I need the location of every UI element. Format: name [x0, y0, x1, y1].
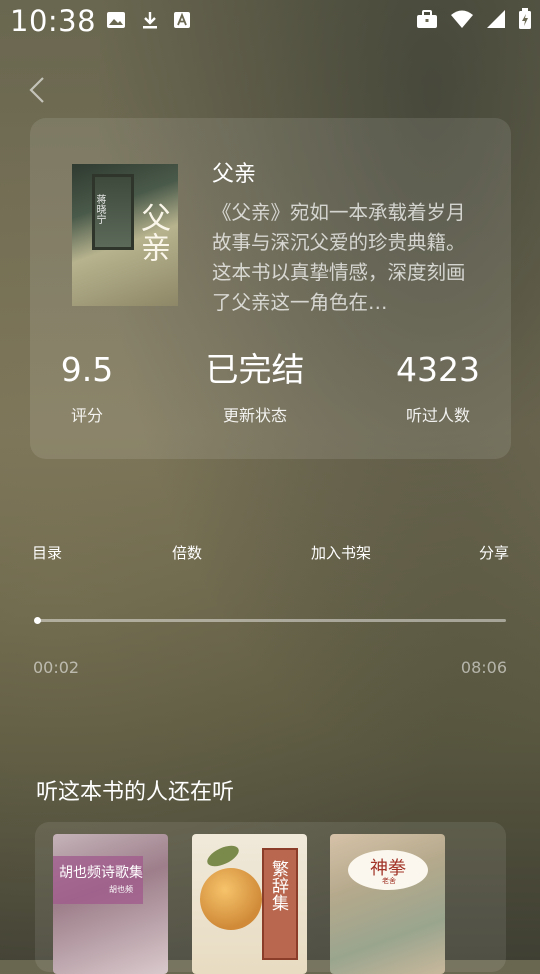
book-title: 父亲: [212, 162, 257, 187]
recommend-book[interactable]: 繁辞集: [192, 834, 307, 974]
status-time: 10:38: [10, 4, 97, 38]
cover-title: 胡也频诗歌集: [59, 865, 143, 881]
stat-status: 已完结 更新状态: [175, 350, 335, 426]
catalog-button[interactable]: 目录: [32, 542, 62, 563]
stat-value: 已完结: [205, 350, 305, 389]
speed-button[interactable]: 倍数: [172, 542, 202, 563]
status-bar: 10:38: [0, 0, 540, 44]
stat-value: 9.5: [60, 350, 114, 389]
recommend-panel: 胡也频诗歌集 胡也频 繁辞集 神拳 老舍: [35, 822, 506, 974]
battery-icon: [519, 8, 531, 29]
cover-author: 蒋晓宁: [94, 194, 105, 224]
progress-slider[interactable]: [33, 617, 506, 624]
recommend-heading: 听这本书的人还在听: [36, 780, 235, 805]
progress-thumb[interactable]: [33, 617, 41, 624]
stat-label: 评分: [70, 406, 103, 425]
cover-author: 老舍: [382, 877, 396, 885]
wifi-icon: [451, 10, 473, 28]
cover-title: 父亲: [135, 202, 170, 262]
briefcase-icon: [417, 10, 437, 28]
cover-leaf: [204, 841, 242, 871]
font-icon: [174, 12, 190, 28]
download-icon: [143, 12, 157, 29]
cover-title: 繁辞集: [268, 860, 288, 911]
cover-author: 胡也频: [109, 885, 133, 894]
current-time: 00:02: [33, 658, 80, 677]
book-cover: 蒋晓宁 父亲: [72, 164, 178, 306]
stat-label: 听过人数: [405, 406, 470, 425]
stat-value: 4323: [396, 350, 480, 389]
status-right-icons: [416, 8, 532, 30]
back-button[interactable]: [26, 74, 54, 106]
book-description: 《父亲》宛如一本承载着岁月故事与深沉父爱的珍贵典籍。这本书以真挚情感，深度刻画了…: [212, 201, 466, 314]
stat-rating: 9.5 评分: [7, 350, 167, 426]
stat-listeners: 4323 听过人数: [358, 350, 518, 426]
stat-label: 更新状态: [222, 406, 287, 425]
signal-icon: [487, 10, 505, 28]
image-icon: [107, 12, 125, 28]
action-bar: 目录 倍数 加入书架 分享: [32, 542, 509, 564]
add-shelf-button[interactable]: 加入书架: [311, 542, 371, 563]
cover-fruit: [200, 868, 262, 930]
book-info-card: 蒋晓宁 父亲 父亲 《父亲》宛如一本承载着岁月故事与深沉父爱的珍贵典籍。这本书以…: [30, 118, 511, 459]
share-button[interactable]: 分享: [479, 542, 509, 563]
recommend-book[interactable]: 神拳 老舍: [330, 834, 445, 974]
recommend-book[interactable]: 胡也频诗歌集 胡也频: [53, 834, 168, 974]
total-time: 08:06: [460, 658, 507, 677]
